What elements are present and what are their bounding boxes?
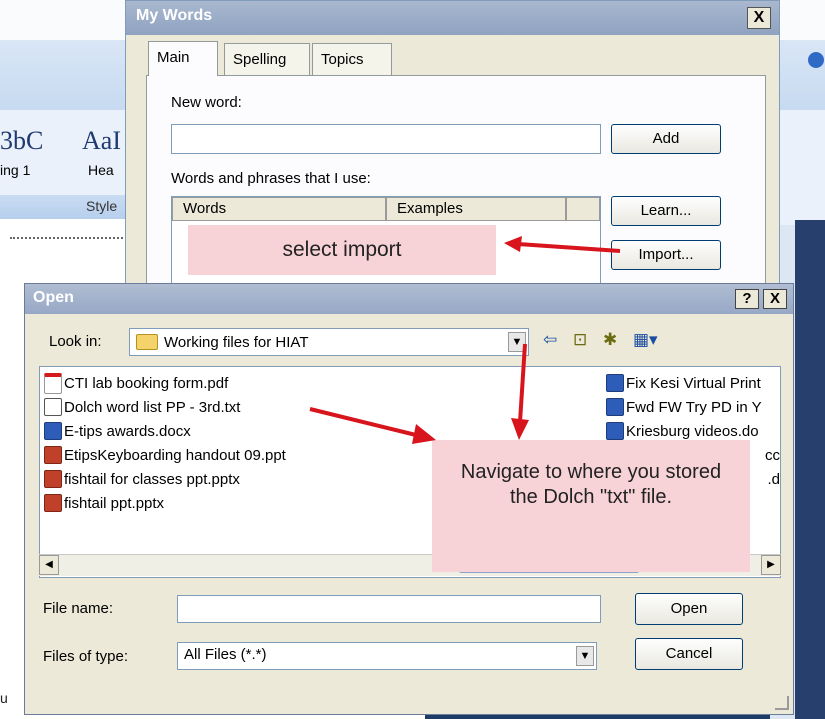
doc-icon: [606, 374, 624, 392]
cancel-button[interactable]: Cancel: [635, 638, 743, 670]
ppt-icon: [44, 494, 62, 512]
help-button[interactable]: ?: [735, 289, 759, 309]
open-title: Open: [33, 289, 74, 306]
folder-icon: [136, 334, 158, 350]
file-item[interactable]: CTI lab booking form.pdf: [44, 371, 286, 395]
ppt-icon: [44, 470, 62, 488]
file-name: fishtail ppt.pptx: [64, 494, 165, 512]
file-name: .d: [767, 470, 780, 488]
learn-button[interactable]: Learn...: [611, 196, 721, 226]
open-title-bar[interactable]: Open ? X: [25, 284, 793, 314]
file-item[interactable]: fishtail for classes ppt.pptx: [44, 467, 286, 491]
files-of-type-combo[interactable]: All Files (*.*) ▼: [177, 642, 597, 670]
my-words-close-button[interactable]: X: [747, 7, 771, 29]
style-sample-heading2[interactable]: AaI: [82, 126, 121, 156]
callout-navigate: Navigate to where you stored the Dolch "…: [432, 440, 750, 572]
scroll-left-icon[interactable]: ◀: [39, 555, 59, 575]
look-in-combo[interactable]: Working files for HIAT ▼: [129, 328, 529, 356]
file-name-input[interactable]: [177, 595, 601, 623]
pdf-icon: [44, 372, 62, 394]
word-scroll-area: [795, 220, 825, 719]
doc-icon: [44, 422, 62, 440]
ppt-icon: [44, 446, 62, 464]
word-ribbon-left: [0, 40, 140, 110]
files-of-type-label: Files of type:: [43, 648, 129, 665]
file-name: E-tips awards.docx: [64, 422, 191, 440]
file-item[interactable]: fishtail ppt.pptx: [44, 491, 286, 515]
file-item[interactable]: EtipsKeyboarding handout 09.ppt: [44, 443, 286, 467]
txt-icon: [44, 398, 62, 416]
file-name: cc: [765, 446, 780, 464]
callout-select-import: select import: [188, 225, 496, 275]
back-arrow-icon[interactable]: ⇦: [543, 330, 557, 350]
style-name-heading2: Hea: [88, 162, 114, 178]
resize-grip-icon[interactable]: [775, 696, 789, 710]
files-of-type-value: All Files (*.*): [184, 646, 267, 663]
new-word-label: New word:: [171, 94, 242, 111]
file-name: EtipsKeyboarding handout 09.ppt: [64, 446, 286, 464]
styles-group-text: Style: [86, 198, 118, 214]
file-item[interactable]: Fix Kesi Virtual Print: [606, 371, 780, 395]
file-name: Fix Kesi Virtual Print: [626, 374, 761, 392]
view-menu-icon[interactable]: ▦▾: [633, 330, 658, 350]
add-button[interactable]: Add: [611, 124, 721, 154]
style-sample-heading1[interactable]: 3bC: [0, 126, 43, 156]
ruler: [0, 228, 140, 248]
arrow-to-import: [502, 236, 628, 260]
tab-main[interactable]: Main: [148, 41, 218, 76]
new-folder-icon[interactable]: ✱: [603, 330, 617, 350]
file-name: Kriesburg videos.do: [626, 422, 759, 440]
open-button[interactable]: Open: [635, 593, 743, 625]
style-name-heading1: ing 1: [0, 162, 31, 178]
column-header-words[interactable]: Words: [172, 197, 386, 221]
file-column-left: CTI lab booking form.pdf Dolch word list…: [44, 371, 286, 515]
tab-topics[interactable]: Topics: [312, 43, 392, 75]
doc-text-fragment: u: [0, 690, 8, 706]
scroll-right-icon[interactable]: ▶: [761, 555, 781, 575]
column-header-extra[interactable]: [566, 197, 600, 221]
file-name-label: File name:: [43, 600, 114, 617]
arrow-down-to-list: [505, 342, 535, 442]
word-styles-gallery: 3bC AaI ing 1 Hea: [0, 110, 140, 195]
arrow-to-txt-file: [308, 406, 440, 446]
help-icon[interactable]: [808, 52, 824, 68]
up-folder-icon[interactable]: ⊡: [573, 330, 587, 350]
tab-spelling[interactable]: Spelling: [224, 43, 310, 75]
file-item[interactable]: Fwd FW Try PD in Y: [606, 395, 780, 419]
column-header-examples[interactable]: Examples: [386, 197, 566, 221]
ruler-ticks: [10, 237, 130, 239]
file-item[interactable]: Dolch word list PP - 3rd.txt: [44, 395, 286, 419]
words-phrases-label: Words and phrases that I use:: [171, 170, 371, 187]
styles-group-label: Style: [0, 195, 140, 219]
file-name: Dolch word list PP - 3rd.txt: [64, 398, 241, 416]
file-name: fishtail for classes ppt.pptx: [64, 470, 240, 488]
file-name: CTI lab booking form.pdf: [64, 374, 229, 392]
file-item[interactable]: E-tips awards.docx: [44, 419, 286, 443]
look-in-value: Working files for HIAT: [164, 333, 309, 351]
my-words-title-bar[interactable]: My Words X: [126, 1, 779, 35]
files-of-type-dropdown-arrow[interactable]: ▼: [576, 646, 594, 666]
look-in-label: Look in:: [49, 333, 102, 350]
doc-icon: [606, 422, 624, 440]
new-word-input[interactable]: [171, 124, 601, 154]
open-close-button[interactable]: X: [763, 289, 787, 309]
doc-icon: [606, 398, 624, 416]
file-name: Fwd FW Try PD in Y: [626, 398, 762, 416]
my-words-title: My Words: [136, 7, 213, 24]
